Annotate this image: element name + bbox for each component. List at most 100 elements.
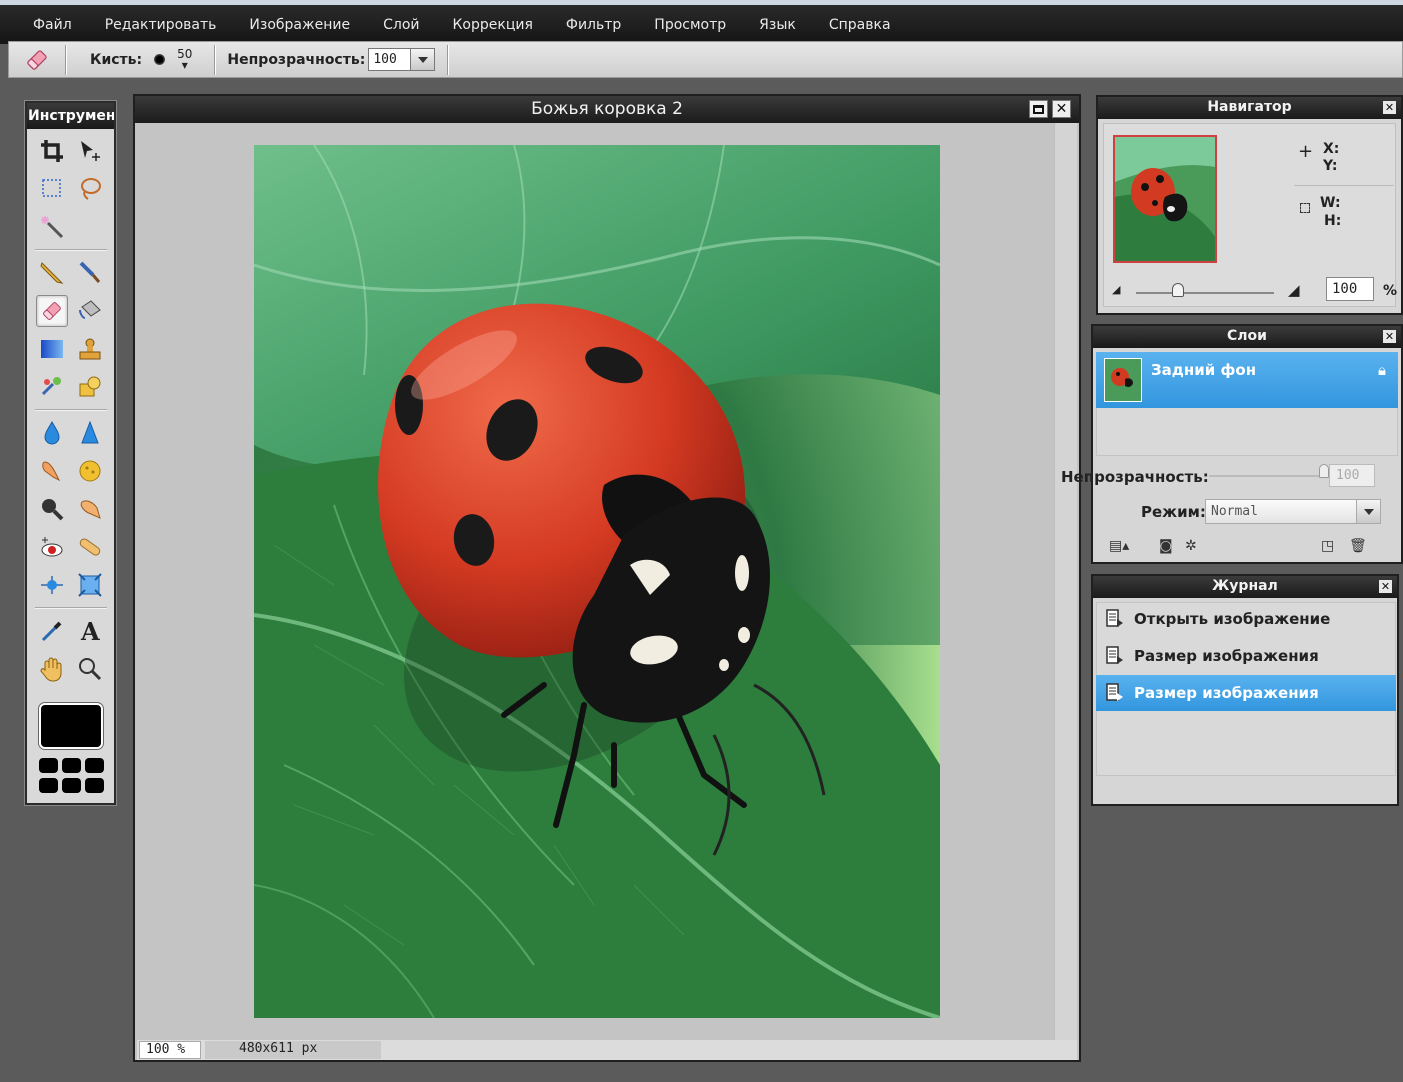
maximize-button[interactable] xyxy=(1029,100,1048,118)
sharpen-tool-icon[interactable] xyxy=(74,417,106,449)
lock-icon[interactable]: 🔒︎ xyxy=(1378,361,1386,379)
menu-layer[interactable]: Слой xyxy=(383,17,419,33)
layers-title-label: Слои xyxy=(1227,328,1267,344)
menu-adjustments[interactable]: Коррекция xyxy=(452,17,532,33)
blur-tool-icon[interactable] xyxy=(36,417,68,449)
layer-name[interactable]: Задний фон xyxy=(1151,361,1256,379)
document-title: Божья коровка 2 xyxy=(135,96,1079,123)
brush-size-picker[interactable]: 50 ▾ xyxy=(177,48,192,72)
history-step-icon xyxy=(1106,646,1124,666)
history-item[interactable]: Открыть изображение xyxy=(1096,601,1396,637)
foreground-color-swatch[interactable] xyxy=(39,703,103,749)
chevron-down-icon xyxy=(1363,508,1374,515)
menu-help[interactable]: Справка xyxy=(829,17,891,33)
menu-language[interactable]: Язык xyxy=(759,17,796,33)
layer-properties-icon[interactable]: ▤▴ xyxy=(1109,538,1129,554)
zoom-tool-icon[interactable] xyxy=(74,653,106,685)
bandage-tool-icon[interactable] xyxy=(74,531,106,563)
layer-thumbnail xyxy=(1104,358,1142,402)
brush-tool-icon[interactable] xyxy=(74,257,106,289)
move-tool-icon[interactable] xyxy=(74,135,106,167)
layer-mask-icon[interactable]: ◙ xyxy=(1159,538,1173,554)
layer-opacity-input[interactable]: 100 xyxy=(1329,464,1375,487)
menu-image[interactable]: Изображение xyxy=(249,17,350,33)
blend-mode-dropdown-button[interactable] xyxy=(1357,499,1381,524)
smudge-tool-icon[interactable] xyxy=(36,455,68,487)
tool-divider xyxy=(35,409,107,410)
dodge-tool-icon[interactable] xyxy=(74,493,106,525)
layer-opacity-slider-thumb[interactable] xyxy=(1319,464,1329,478)
history-item-label: Размер изображения xyxy=(1134,647,1319,665)
pinch-tool-icon[interactable] xyxy=(36,569,68,601)
layer-row[interactable]: Задний фон 🔒︎ xyxy=(1096,352,1398,408)
close-icon[interactable]: ✕ xyxy=(1379,580,1392,593)
brush-preview-icon[interactable] xyxy=(154,54,166,65)
history-step-icon xyxy=(1106,609,1124,629)
zoom-level-input[interactable]: 100 % xyxy=(139,1041,201,1059)
drawing-tool-icon[interactable] xyxy=(74,371,106,403)
opacity-dropdown-button[interactable] xyxy=(411,48,436,71)
zoom-lens-tool-icon[interactable] xyxy=(36,493,68,525)
history-item-active[interactable]: Размер изображения xyxy=(1096,675,1396,711)
clone-stamp-tool-icon[interactable] xyxy=(74,333,106,365)
close-icon[interactable]: ✕ xyxy=(1383,330,1396,343)
gradient-tool-icon[interactable] xyxy=(36,333,68,365)
layer-style-icon[interactable]: ✲ xyxy=(1185,538,1197,554)
pencil-tool-icon[interactable] xyxy=(36,257,68,289)
layer-opacity-label: Непрозрачность: xyxy=(1061,468,1209,486)
eraser-tool-icon[interactable] xyxy=(36,295,68,327)
hand-tool-icon[interactable] xyxy=(36,653,68,685)
zoom-in-icon[interactable]: ◢ xyxy=(1288,281,1300,299)
nav-x-label: X: xyxy=(1323,141,1340,157)
navigator-zoom-input[interactable]: 100 xyxy=(1326,277,1374,301)
marquee-tool-icon[interactable] xyxy=(36,173,68,205)
swatch-preset[interactable] xyxy=(39,778,58,793)
delete-layer-icon[interactable]: 🗑︎ xyxy=(1349,538,1367,554)
nav-y-label: Y: xyxy=(1323,158,1338,174)
layers-title: Слои ✕ xyxy=(1093,326,1401,348)
canvas-area[interactable] xyxy=(137,123,1052,1040)
history-item-label: Открыть изображение xyxy=(1134,610,1331,628)
menu-filter[interactable]: Фильтр xyxy=(566,17,621,33)
zoom-slider-thumb[interactable] xyxy=(1172,283,1184,297)
menu-file[interactable]: Файл xyxy=(33,17,72,33)
opacity-input[interactable]: 100 xyxy=(368,48,412,71)
bloat-tool-icon[interactable] xyxy=(74,569,106,601)
zoom-slider-track[interactable] xyxy=(1136,292,1274,294)
bucket-tool-icon[interactable] xyxy=(74,295,106,327)
chevron-down-icon: ▾ xyxy=(181,57,188,72)
crop-tool-icon[interactable] xyxy=(36,135,68,167)
new-layer-icon[interactable]: ◳ xyxy=(1321,538,1334,554)
swatch-preset[interactable] xyxy=(85,778,104,793)
red-eye-tool-icon[interactable] xyxy=(36,531,68,563)
history-panel: Журнал ✕ Открыть изображение Размер изоб… xyxy=(1091,574,1399,806)
layer-opacity-slider[interactable] xyxy=(1209,475,1321,477)
history-item-label: Размер изображения xyxy=(1134,684,1319,702)
vertical-scrollbar[interactable] xyxy=(1054,123,1077,1040)
status-bar: 100 % 480x611 px xyxy=(137,1040,1077,1060)
lasso-tool-icon[interactable] xyxy=(74,173,106,205)
swatch-preset[interactable] xyxy=(39,758,58,773)
text-tool-icon[interactable]: A xyxy=(74,615,106,647)
options-bar: Кисть: 50 ▾ Непрозрачность: 100 xyxy=(8,41,1403,78)
close-icon[interactable]: ✕ xyxy=(1383,101,1396,114)
close-button[interactable]: ✕ xyxy=(1052,100,1071,118)
ladybug-image[interactable] xyxy=(254,145,940,1018)
eyedropper-tool-icon[interactable] xyxy=(36,615,68,647)
blend-mode-select[interactable]: Normal xyxy=(1205,499,1357,524)
tool-divider xyxy=(35,249,107,250)
divider xyxy=(1294,185,1394,186)
swatch-preset[interactable] xyxy=(62,778,81,793)
sponge-tool-icon[interactable] xyxy=(74,455,106,487)
swatch-preset[interactable] xyxy=(62,758,81,773)
swatch-preset[interactable] xyxy=(85,758,104,773)
magic-wand-tool-icon[interactable] xyxy=(36,211,68,243)
color-replace-tool-icon[interactable] xyxy=(36,371,68,403)
navigator-thumbnail[interactable] xyxy=(1113,135,1217,263)
layers-panel: Слои ✕ Задний фон 🔒︎ Непрозрачность: 100… xyxy=(1061,324,1403,564)
zoom-out-icon[interactable]: ◢ xyxy=(1112,283,1120,296)
document-window: Божья коровка 2 ✕ 100 % 480x611 px xyxy=(133,94,1081,1062)
menu-view[interactable]: Просмотр xyxy=(654,17,726,33)
history-item[interactable]: Размер изображения xyxy=(1096,638,1396,674)
menu-edit[interactable]: Редактировать xyxy=(105,17,217,33)
